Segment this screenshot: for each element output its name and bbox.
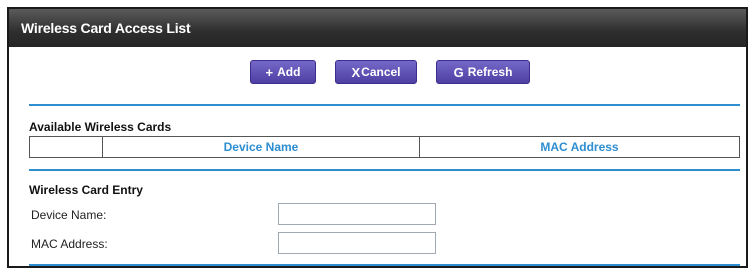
device-name-field[interactable]: [278, 203, 436, 225]
available-cards-heading: Available Wireless Cards: [29, 120, 172, 134]
device-name-column-header: Device Name: [102, 136, 420, 158]
cancel-button-label: Cancel: [361, 65, 401, 79]
mac-address-label: MAC Address:: [31, 237, 108, 251]
cancel-button[interactable]: X Cancel: [335, 60, 417, 84]
panel-title-bar: Wireless Card Access List: [9, 9, 746, 47]
select-column-header: [29, 136, 103, 158]
plus-icon: +: [265, 64, 274, 80]
refresh-icon: G: [453, 64, 464, 80]
divider-top: [29, 104, 740, 106]
mac-address-field[interactable]: [278, 232, 436, 254]
table-header-row: Device Name MAC Address: [29, 136, 740, 158]
mac-address-column-header: MAC Address: [419, 136, 740, 158]
x-icon: X: [351, 64, 361, 80]
refresh-button[interactable]: G Refresh: [436, 60, 530, 84]
available-cards-table: Device Name MAC Address: [29, 136, 740, 158]
card-entry-heading: Wireless Card Entry: [29, 183, 143, 197]
panel-title: Wireless Card Access List: [21, 20, 191, 36]
refresh-button-label: Refresh: [467, 65, 513, 79]
wireless-card-access-panel: Wireless Card Access List + Add X Cancel…: [7, 7, 748, 268]
device-name-label: Device Name:: [31, 208, 107, 222]
divider-bottom: [29, 264, 740, 266]
add-button-label: Add: [277, 65, 301, 79]
add-button[interactable]: + Add: [250, 60, 316, 84]
divider-middle: [29, 169, 740, 171]
